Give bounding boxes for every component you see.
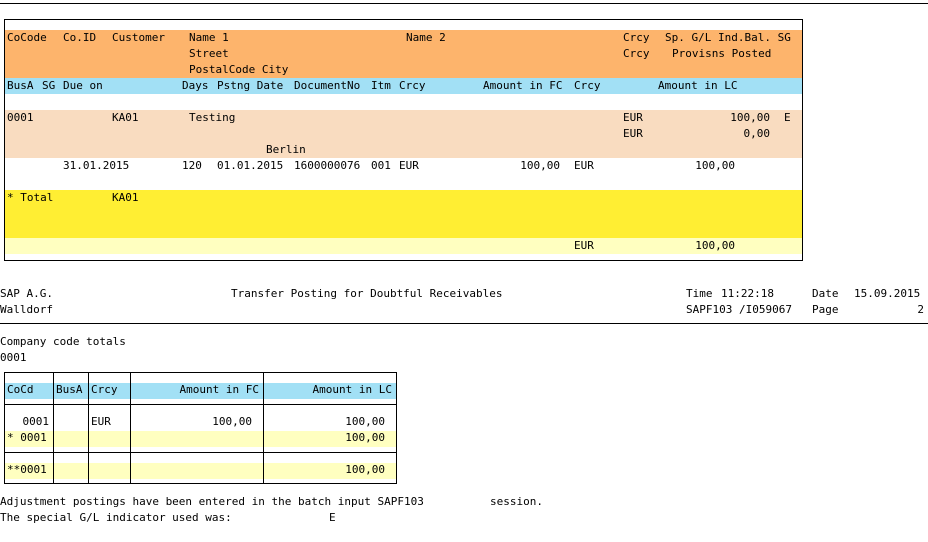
totals-r2-amount-lc: 100,00 — [345, 431, 385, 444]
cust-name: Testing — [189, 111, 236, 124]
message-special-gl-value: E — [329, 511, 336, 524]
company-totals-code: 0001 — [0, 351, 27, 364]
col-street: Street — [189, 47, 229, 60]
totals-col-busa: BusA — [56, 383, 83, 396]
total-crcy: EUR — [574, 239, 594, 252]
col-name1: Name 1 — [189, 31, 229, 44]
total-row-2 — [5, 206, 802, 222]
col-spgl: Sp. G/L Ind.Bal. SG — [665, 31, 791, 44]
item-amount-fc: 100,00 — [520, 159, 560, 172]
col-cocode: CoCode — [7, 31, 47, 44]
col-pstng-date: Pstng Date — [217, 79, 284, 92]
col-provisions: Provisns Posted — [672, 47, 772, 60]
col-name2: Name 2 — [406, 31, 446, 44]
customer-row-3[interactable] — [5, 142, 802, 158]
totals-col-cocd: CoCd — [7, 383, 34, 396]
program-id: SAPF103 /I059067 — [686, 303, 792, 316]
item-itm: 001 — [371, 159, 391, 172]
cust-crcy-1: EUR — [623, 111, 643, 124]
total-row-3 — [5, 222, 802, 238]
col-crcy-2: Crcy — [623, 47, 650, 60]
totals-r1-amount-lc: 100,00 — [345, 415, 385, 428]
item-due-on: 31.01.2015 — [63, 159, 130, 172]
totals-r2-cocd: * 0001 — [7, 431, 47, 444]
total-amount-lc: 100,00 — [695, 239, 735, 252]
cust-balance-1: 100,00 — [730, 111, 770, 124]
top-rule — [0, 3, 928, 4]
totals-col-amount-lc: Amount in LC — [312, 383, 392, 396]
cust-number[interactable]: KA01 — [112, 110, 139, 126]
item-amount-lc: 100,00 — [695, 159, 735, 172]
totals-r3-amount-lc: 100,00 — [345, 463, 385, 476]
total-label: * Total — [7, 191, 54, 204]
time-value: 11:22:18 — [721, 287, 774, 300]
totals-col-crcy: Crcy — [91, 383, 118, 396]
company-name: SAP A.G. — [0, 287, 53, 300]
message-batch-input: Adjustment postings have been entered in… — [0, 495, 424, 508]
col-sg: SG — [42, 79, 56, 92]
totals-sep-1 — [5, 404, 396, 405]
totals-vsep-2 — [88, 373, 89, 483]
item-pstng-date: 01.01.2015 — [217, 159, 284, 172]
col-crcy-4: Crcy — [574, 79, 601, 92]
totals-col-amount-fc: Amount in FC — [179, 383, 259, 396]
col-document-no: DocumentNo — [294, 79, 361, 92]
col-crcy: Crcy — [623, 31, 650, 44]
totals-r1-cocd: 0001 — [22, 415, 50, 428]
page-label: Page — [812, 303, 839, 316]
col-itm: Itm — [371, 79, 391, 92]
cust-balance-2: 0,00 — [743, 127, 771, 140]
date-label: Date — [812, 287, 839, 300]
col-coid: Co.ID — [63, 31, 97, 44]
company-city: Walldorf — [0, 303, 53, 316]
time-label: Time — [686, 287, 713, 300]
col-amount-lc: Amount in LC — [658, 79, 738, 92]
col-customer: Customer — [112, 31, 165, 44]
total-customer: KA01 — [112, 191, 139, 204]
totals-r3-cocd: **0001 — [7, 463, 47, 476]
cust-sp-gl-indicator: E — [784, 111, 791, 124]
item-days: 120 — [182, 159, 202, 172]
col-amount-fc: Amount in FC — [483, 79, 563, 92]
col-crcy-3: Crcy — [399, 79, 426, 92]
item-crcy-2: EUR — [574, 159, 594, 172]
report-title: Transfer Posting for Doubtful Receivable… — [231, 287, 503, 300]
totals-sep-2 — [5, 452, 396, 453]
item-document-no[interactable]: 1600000076 — [294, 158, 360, 174]
message-session: session. — [490, 495, 543, 508]
totals-r1-crcy: EUR — [91, 415, 111, 428]
page-number: 2 — [917, 303, 924, 316]
col-postal-city: PostalCode City — [189, 63, 289, 76]
cust-city: Berlin — [266, 143, 306, 156]
page-header-rule — [0, 323, 928, 324]
company-totals-title: Company code totals — [0, 335, 126, 348]
totals-vsep-1 — [53, 373, 54, 483]
cust-crcy-2: EUR — [623, 127, 643, 140]
totals-vsep-4 — [263, 373, 264, 483]
col-busa: BusA — [7, 79, 34, 92]
item-crcy: EUR — [399, 159, 419, 172]
message-special-gl: The special G/L indicator used was: — [0, 511, 232, 524]
cust-cocode: 0001 — [7, 111, 34, 124]
totals-r1-amount-fc: 100,00 — [212, 415, 252, 428]
totals-vsep-3 — [130, 373, 131, 483]
col-due-on: Due on — [63, 79, 103, 92]
customer-row-2[interactable] — [5, 126, 802, 142]
col-days: Days — [182, 79, 209, 92]
header-band-3 — [5, 62, 802, 78]
date-value: 15.09.2015 — [854, 287, 921, 300]
